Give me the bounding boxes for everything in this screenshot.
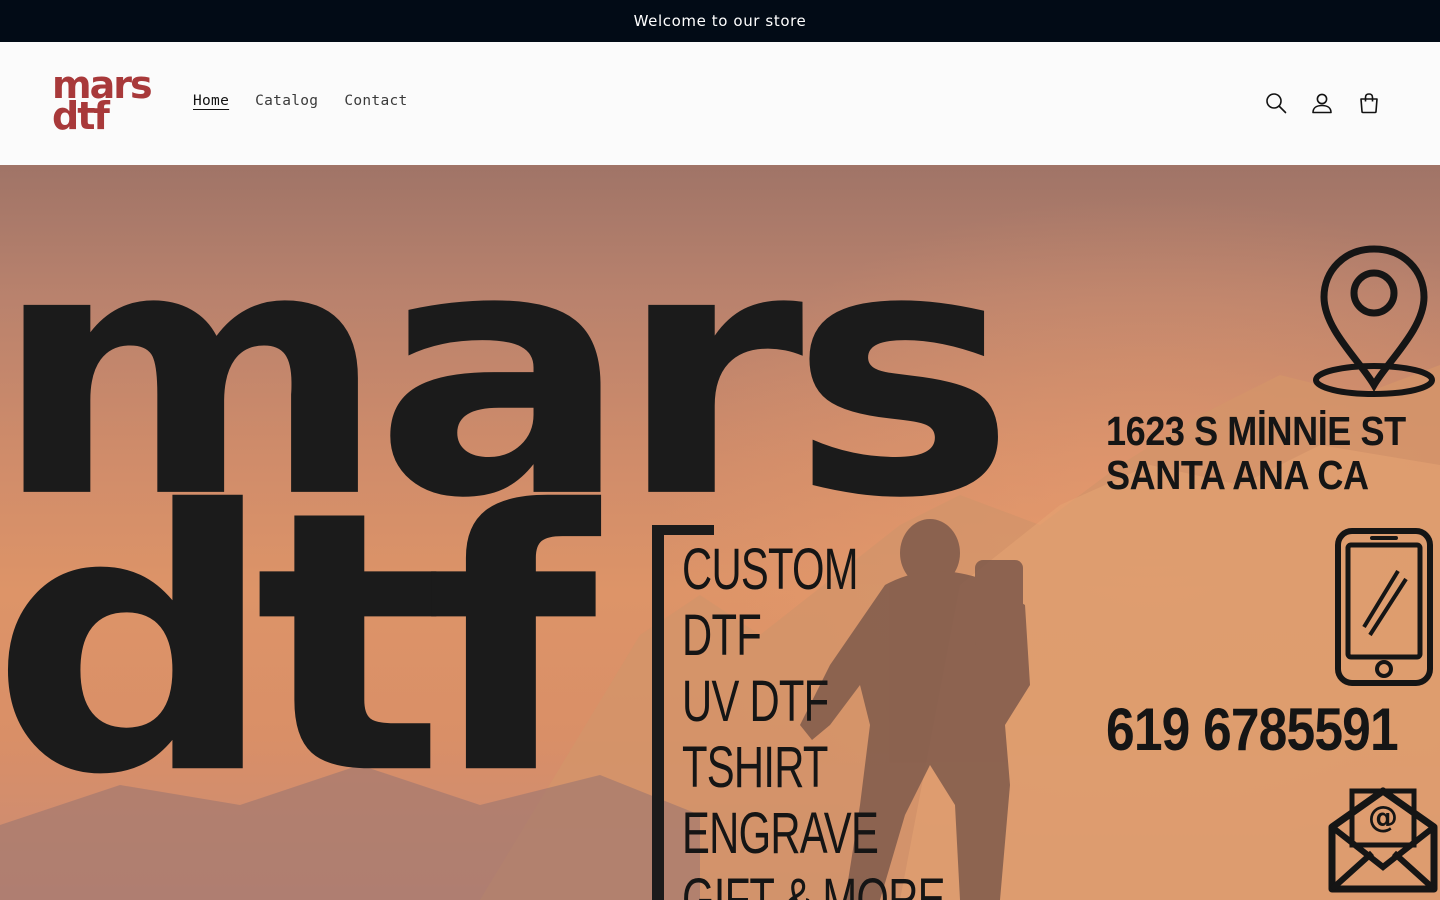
announcement-bar: Welcome to our store: [0, 0, 1440, 42]
email-icon: @: [1328, 787, 1438, 893]
store-address: 1623 S MİNNİE ST SANTA ANA CA: [1106, 409, 1440, 497]
store-phone: 619 6785591: [1106, 696, 1399, 763]
nav-home[interactable]: Home: [180, 91, 242, 111]
service-item: TSHIRT: [682, 735, 828, 800]
account-icon: [1312, 93, 1332, 114]
store-logo[interactable]: mars dtf: [52, 66, 156, 138]
svg-text:@: @: [1368, 800, 1398, 835]
nav-contact[interactable]: Contact: [331, 91, 420, 111]
cart-button[interactable]: [1354, 88, 1384, 118]
nav-catalog[interactable]: Catalog: [242, 91, 331, 111]
cart-icon: [1360, 93, 1378, 114]
address-line-2: SANTA ANA CA: [1106, 452, 1369, 498]
announcement-text: Welcome to our store: [633, 12, 807, 30]
location-pin-icon: [1313, 245, 1435, 397]
phone-icon: [1335, 528, 1433, 686]
hero-banner: mars dtf CUSTOM DTF UV DTF TSHIRT ENGRAV…: [0, 165, 1440, 900]
account-button[interactable]: [1307, 88, 1337, 118]
search-button[interactable]: [1261, 88, 1291, 118]
service-item: GIFT & MORE: [682, 867, 945, 900]
address-line-1: 1623 S MİNNİE ST: [1106, 408, 1406, 454]
service-item: CUSTOM: [682, 537, 859, 602]
service-item: DTF: [682, 603, 762, 668]
site-header: mars dtf Home Catalog Contact: [0, 42, 1440, 165]
service-item: ENGRAVE: [682, 801, 879, 866]
search-icon: [1266, 93, 1287, 114]
main-nav: Home Catalog Contact: [180, 91, 421, 111]
services-list: CUSTOM DTF UV DTF TSHIRT ENGRAVE GIFT & …: [682, 537, 1047, 900]
hero-brand-dtf: dtf: [0, 435, 598, 854]
service-item: UV DTF: [682, 669, 829, 734]
